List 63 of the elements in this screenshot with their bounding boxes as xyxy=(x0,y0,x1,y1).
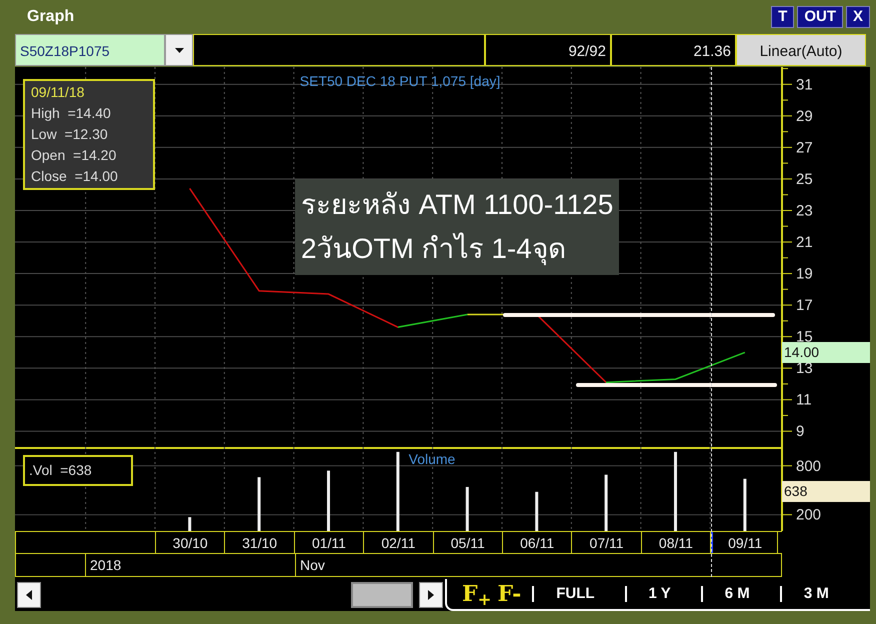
window-button[interactable]: T xyxy=(771,6,794,28)
axis-label: 9 xyxy=(796,423,804,440)
date-label: 06/11 xyxy=(502,532,572,553)
range-button[interactable]: 3 M xyxy=(780,586,851,602)
window-button[interactable]: X xyxy=(846,6,870,28)
axis-label: 11 xyxy=(796,392,812,409)
axis-label: 25 xyxy=(796,170,813,188)
tooltip-date: 09/11/18 xyxy=(31,83,86,102)
last-price-tag: 14.00 xyxy=(782,342,870,364)
range-button[interactable]: FULL xyxy=(532,586,617,602)
axis-label: 17 xyxy=(796,297,813,314)
range-button[interactable]: 6 M xyxy=(700,586,772,602)
axis-label: 19 xyxy=(796,266,813,283)
date-label: 07/11 xyxy=(572,532,642,553)
right-arrow-icon xyxy=(428,590,434,600)
tooltip-value: Open =14.20 xyxy=(31,146,118,165)
symbol-field[interactable]: S50Z18P1075 xyxy=(15,34,165,66)
scroll-thumb[interactable] xyxy=(351,582,413,608)
volume-bar xyxy=(258,477,261,531)
range-button[interactable]: 1 Y xyxy=(624,586,693,602)
volume-bar xyxy=(604,474,608,531)
scroll-right-button[interactable] xyxy=(419,582,443,608)
note-text: 2วันOTM กำไร 1-4จุด xyxy=(301,232,567,268)
date-label: 08/11 xyxy=(642,532,712,553)
zoom-button[interactable]: F- xyxy=(494,581,524,607)
date-label: 09/11 xyxy=(711,532,778,553)
axis-label: 800 xyxy=(796,458,822,475)
volume-bar xyxy=(188,517,192,531)
axis-label: 23 xyxy=(796,202,813,220)
axis-label: 27 xyxy=(796,139,813,156)
window-button[interactable]: OUT xyxy=(797,6,843,28)
scroll-left-button[interactable] xyxy=(17,582,41,608)
chart-title: SET50 DEC 18 PUT 1,075 [day] xyxy=(300,73,500,89)
date-label: 31/10 xyxy=(225,532,295,553)
tooltip-value: Low =12.30 xyxy=(31,125,109,144)
volume-bar xyxy=(466,486,469,531)
date-label: 30/10 xyxy=(156,532,226,553)
date-label: 02/11 xyxy=(364,532,434,553)
left-arrow-icon xyxy=(26,590,32,600)
volume-bar xyxy=(743,478,746,531)
axis-label: 29 xyxy=(796,108,813,125)
period-label: 2018 xyxy=(86,554,296,576)
note-text: ระยะหลัง ATM 1100-1125 xyxy=(301,188,614,222)
axis-label: 21 xyxy=(796,234,813,252)
volume-bar xyxy=(535,492,538,531)
scale-button[interactable]: Linear(Auto) xyxy=(736,34,866,66)
volume-bar xyxy=(327,470,330,531)
window-title: Graph xyxy=(27,7,74,27)
tooltip-value: High =14.40 xyxy=(31,104,112,123)
dropdown-button[interactable] xyxy=(165,34,193,66)
info-cell: 21.36 xyxy=(611,34,736,66)
zoom-button[interactable]: F$_{+}$ xyxy=(459,581,494,607)
date-label: 05/11 xyxy=(434,532,503,553)
info-cell: 92/92 xyxy=(485,34,611,66)
axis-label: 31 xyxy=(796,76,813,94)
caret-icon xyxy=(174,48,184,52)
last-volume-tag: 638 xyxy=(782,480,870,502)
axis-label: 200 xyxy=(796,506,822,524)
chart-title: Volume xyxy=(408,451,456,467)
volume-readout: .Vol =638 xyxy=(23,455,133,486)
tooltip-value: Close =14.00 xyxy=(31,167,119,186)
date-label: 01/11 xyxy=(294,532,364,553)
period-label: Nov xyxy=(296,554,782,576)
